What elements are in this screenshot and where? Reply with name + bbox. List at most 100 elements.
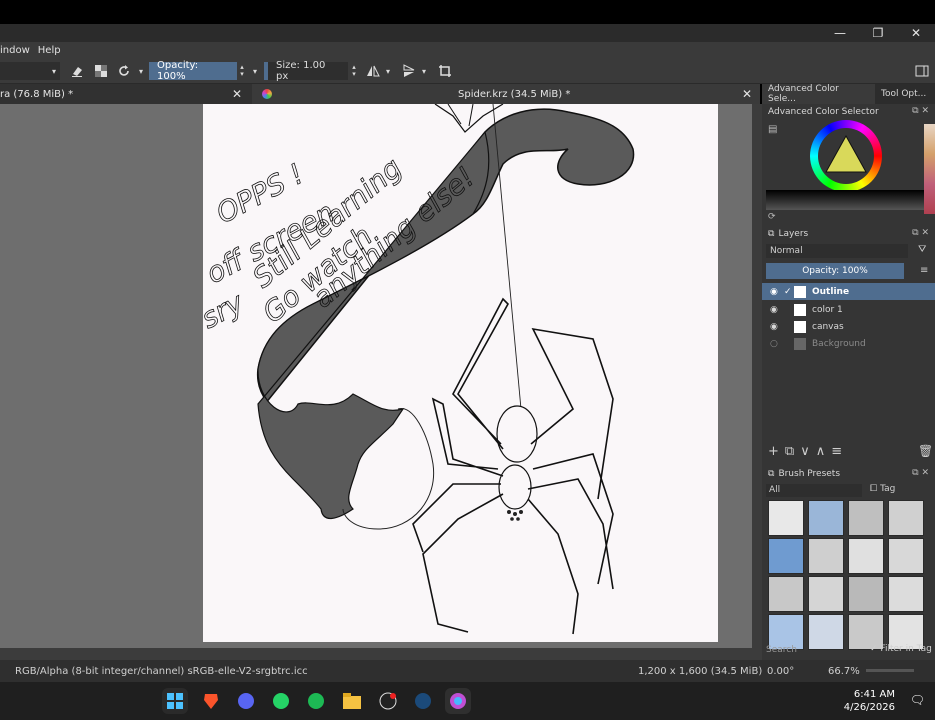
brush-preset-tile[interactable]: [768, 576, 804, 612]
mirror-horizontal-icon[interactable]: [364, 62, 382, 80]
layer-row-canvas[interactable]: ◉ canvas: [762, 318, 935, 335]
tab-advanced-color[interactable]: Advanced Color Sele...: [762, 84, 875, 104]
zoom-slider[interactable]: [866, 669, 914, 672]
system-clock[interactable]: 6:41 AM 4/26/2026: [844, 688, 895, 714]
panel-title: Layers: [778, 229, 809, 239]
dock-toggle-icon[interactable]: [912, 62, 932, 80]
layer-opacity-slider[interactable]: Opacity: 100%: [766, 263, 904, 279]
brush-search-field[interactable]: Search: [766, 644, 864, 657]
properties-icon[interactable]: ≡: [831, 444, 848, 459]
float-close-icon[interactable]: ⧉ ✕: [912, 106, 929, 116]
brush-preset-tile[interactable]: [888, 576, 924, 612]
brush-preset-tile[interactable]: [848, 500, 884, 536]
tag-label: Tag: [880, 484, 896, 494]
layer-name: Background: [812, 338, 866, 349]
brush-preset-tile[interactable]: [848, 576, 884, 612]
image-dimensions: 1,200 x 1,600 (34.5 MiB): [638, 665, 763, 677]
color-settings-icon[interactable]: ▤: [768, 124, 777, 135]
spotify-icon[interactable]: [303, 688, 329, 714]
eye-icon[interactable]: ◉: [770, 305, 794, 315]
layer-row-background[interactable]: ○ Background: [762, 335, 935, 352]
steam-icon[interactable]: [410, 688, 436, 714]
layer-actions: +⧉∨∧≡: [768, 444, 848, 459]
spider-artwork: OPPS ! off screen Still Learning sry Go …: [203, 104, 635, 635]
eye-icon[interactable]: ◉: [770, 322, 794, 332]
chevron-down-icon[interactable]: ▾: [137, 62, 145, 80]
tab-tool-options[interactable]: Tool Opt...: [875, 84, 935, 104]
opacity-slider[interactable]: Opacity: 100%: [149, 60, 237, 82]
brush-preset-tile[interactable]: [808, 576, 844, 612]
preserve-alpha-icon[interactable]: [92, 62, 110, 80]
close-window-icon[interactable]: ✕: [897, 24, 935, 42]
obs-icon[interactable]: [375, 688, 401, 714]
notification-icon[interactable]: 🗨: [910, 693, 925, 707]
whatsapp-icon[interactable]: [268, 688, 294, 714]
menu-help[interactable]: Help: [34, 45, 65, 56]
restore-icon[interactable]: ❐: [859, 24, 897, 42]
hue-ring[interactable]: [810, 120, 882, 192]
blend-mode-select[interactable]: Normal: [766, 244, 908, 258]
brush-preset-tile[interactable]: [768, 500, 804, 536]
tab-spider-document[interactable]: Spider.krz (34.5 MiB) * ✕: [252, 84, 760, 104]
vertical-scrollbar[interactable]: [752, 104, 762, 648]
tab-other-document[interactable]: ra (76.8 MiB) * ✕: [0, 84, 250, 104]
opacity-spin-icon[interactable]: ▴ ▾: [238, 62, 246, 80]
brush-preset-tile[interactable]: [808, 500, 844, 536]
move-up-icon[interactable]: ∧: [816, 444, 832, 459]
value-triangle[interactable]: [822, 132, 870, 180]
file-explorer-icon[interactable]: [339, 688, 365, 714]
eraser-mode-icon[interactable]: [68, 62, 86, 80]
mirror-vertical-icon[interactable]: [400, 62, 418, 80]
brush-preset-tile[interactable]: [888, 538, 924, 574]
brush-preset-dropdown[interactable]: ▾: [0, 62, 60, 80]
float-close-icon[interactable]: ⧉ ✕: [912, 468, 929, 478]
eye-icon[interactable]: ◉: [770, 287, 784, 297]
menu-window[interactable]: indow: [0, 45, 34, 56]
close-tab-icon[interactable]: ✕: [232, 87, 242, 101]
horizontal-scrollbar[interactable]: [0, 648, 762, 660]
windows-start-icon[interactable]: [162, 688, 188, 714]
brush-preset-tile[interactable]: [768, 538, 804, 574]
duplicate-icon[interactable]: ⧉: [785, 444, 800, 459]
canvas-workspace: OPPS ! off screen Still Learning sry Go …: [0, 104, 752, 648]
close-tab-icon[interactable]: ✕: [742, 87, 752, 101]
add-layer-icon[interactable]: +: [768, 444, 785, 459]
screen-top-band: [0, 0, 935, 24]
color-swatches[interactable]: [924, 124, 935, 214]
wrap-around-icon[interactable]: [436, 62, 454, 80]
delete-layer-icon[interactable]: 🗑: [918, 444, 933, 458]
chevron-down-icon[interactable]: ▾: [420, 62, 428, 80]
filter-in-tag-checkbox[interactable]: ✓ Filter in Tag: [870, 644, 932, 654]
chevron-down-icon[interactable]: ▾: [384, 62, 392, 80]
minimize-icon[interactable]: —: [821, 24, 859, 42]
filter-icon[interactable]: ⛛: [918, 244, 926, 255]
brush-preset-tile[interactable]: [808, 538, 844, 574]
eye-icon[interactable]: ○: [770, 339, 794, 349]
float-close-icon[interactable]: ⧉ ✕: [912, 228, 929, 238]
check-icon[interactable]: ✓: [784, 287, 794, 297]
layer-name: Outline: [812, 286, 850, 297]
brush-preset-tile[interactable]: [888, 500, 924, 536]
reload-preset-icon[interactable]: [115, 62, 133, 80]
size-spin-icon[interactable]: ▴ ▾: [350, 62, 358, 80]
layer-row-outline[interactable]: ◉ ✓ Outline: [762, 283, 935, 300]
move-down-icon[interactable]: ∨: [800, 444, 816, 459]
color-history-strip[interactable]: [766, 190, 926, 210]
menu-bar: indow Help: [0, 42, 935, 58]
drawing-canvas[interactable]: OPPS ! off screen Still Learning sry Go …: [203, 104, 718, 642]
krita-icon[interactable]: [445, 688, 471, 714]
chevron-down-icon[interactable]: ▾: [251, 62, 259, 80]
layer-row-color[interactable]: ◉ color 1: [762, 301, 935, 318]
brave-icon[interactable]: [198, 688, 224, 714]
discord-icon[interactable]: [233, 688, 259, 714]
size-slider[interactable]: Size: 1.00 px: [264, 60, 348, 82]
brush-tag-filter[interactable]: All: [766, 484, 862, 497]
tag-button[interactable]: ⧠ Tag: [870, 484, 895, 494]
panel-title: Brush Presets: [778, 469, 841, 479]
brush-preset-tile[interactable]: [848, 538, 884, 574]
zoom-readout[interactable]: 66.7%: [828, 666, 860, 677]
menu-icon[interactable]: ≡: [920, 265, 928, 276]
rotation-readout[interactable]: 0.00°: [767, 666, 794, 677]
refresh-icon[interactable]: ⟳: [768, 212, 776, 222]
right-dock: Advanced Color Sele... Tool Opt... Advan…: [762, 84, 935, 660]
